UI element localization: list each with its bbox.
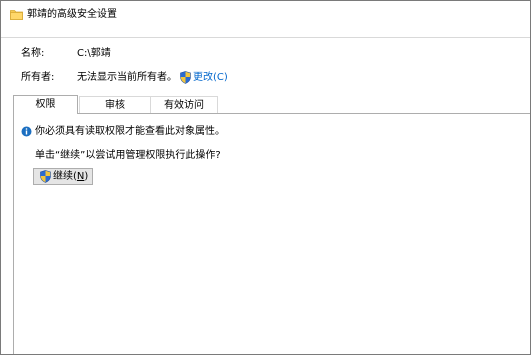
- tab-effective-access[interactable]: 有效访问: [150, 96, 218, 113]
- owner-label: 所有者:: [21, 72, 55, 83]
- title-bar: 郭靖的高级安全设置: [1, 1, 530, 29]
- tab-auditing[interactable]: 审核: [79, 96, 151, 113]
- title-divider: [1, 37, 530, 38]
- name-value: C:\郭靖: [77, 48, 111, 59]
- continue-button[interactable]: 继续(N): [33, 168, 93, 185]
- continue-label-end: ): [84, 171, 89, 182]
- uac-shield-icon: [40, 170, 51, 183]
- info-icon: [21, 126, 32, 137]
- continue-label-main: 继续(: [53, 171, 77, 182]
- window-title: 郭靖的高级安全设置: [27, 9, 117, 20]
- name-label: 名称:: [21, 48, 45, 59]
- uac-shield-icon: [180, 71, 191, 84]
- advanced-security-settings-window: 郭靖的高级安全设置 名称: C:\郭靖 所有者: 无法显示当前所有者。 更改(C…: [0, 0, 531, 355]
- continue-button-label: 继续(N): [53, 170, 88, 183]
- read-permission-message: 你必须具有读取权限才能查看此对象属性。: [35, 126, 225, 137]
- change-owner-link[interactable]: 更改(C): [193, 71, 228, 85]
- folder-icon: [10, 10, 23, 20]
- tab-permissions[interactable]: 权限: [13, 95, 78, 114]
- continue-prompt-text: 单击“继续”以尝试用管理权限执行此操作?: [35, 150, 221, 161]
- owner-value: 无法显示当前所有者。: [77, 72, 177, 83]
